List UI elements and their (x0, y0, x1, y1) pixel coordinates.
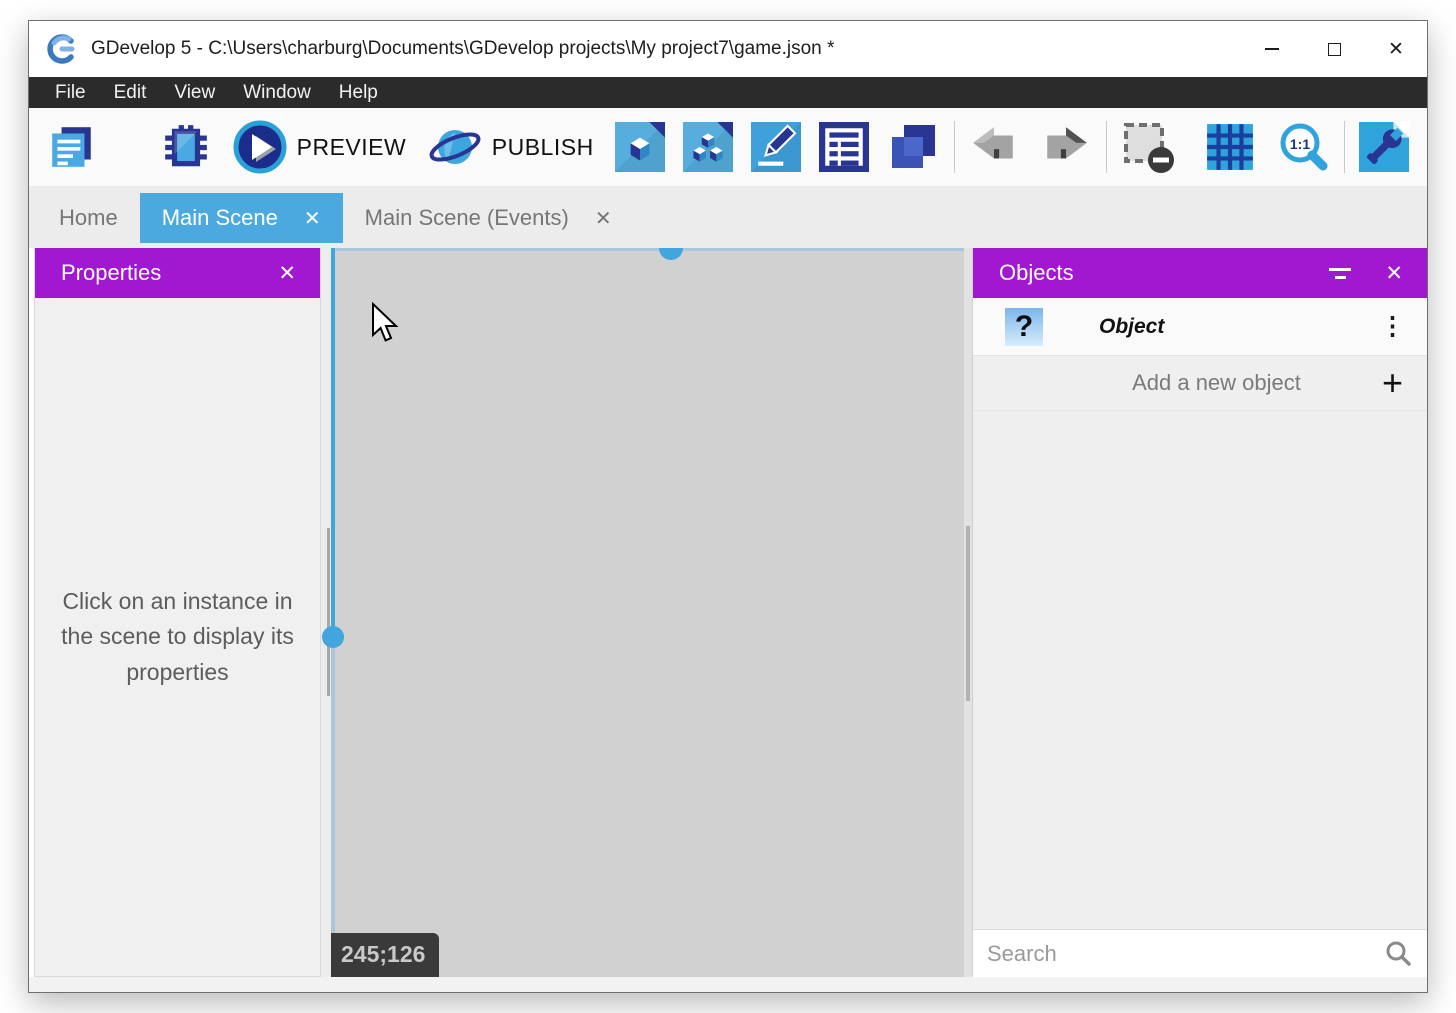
close-objects-button[interactable]: ✕ (1379, 257, 1409, 290)
globe-icon (428, 120, 482, 174)
scene-canvas[interactable]: 245;126 (331, 248, 964, 977)
minimize-icon (1265, 48, 1279, 50)
undo-button[interactable] (961, 120, 1027, 174)
redo-button[interactable] (1033, 120, 1099, 174)
object-menu-icon[interactable]: ⋮ (1380, 314, 1405, 339)
wrench-icon (1359, 122, 1409, 172)
publish-label: PUBLISH (492, 134, 594, 161)
cube-icon (615, 122, 665, 172)
deselect-icon (1121, 120, 1175, 174)
grid-icon (1205, 122, 1255, 172)
debug-button[interactable] (153, 116, 219, 178)
zoom-original-button[interactable]: 1:1 (1269, 115, 1337, 179)
edit-events-button[interactable] (811, 116, 877, 178)
minimize-button[interactable] (1241, 21, 1303, 77)
zoom-ratio-label: 1:1 (1289, 136, 1309, 152)
project-manager-button[interactable] (39, 116, 105, 178)
tab-main-scene[interactable]: Main Scene ✕ (140, 193, 343, 243)
pencil-icon (751, 122, 801, 172)
play-icon (233, 120, 287, 174)
menu-window[interactable]: Window (229, 77, 325, 108)
bug-icon (161, 122, 211, 172)
object-thumbnail-icon: ? (1005, 308, 1043, 346)
objects-panel: Objects ✕ ? Object ⋮ Add a new object + (972, 248, 1427, 977)
maximize-button[interactable] (1303, 21, 1365, 77)
add-object-row[interactable]: Add a new object + (973, 356, 1427, 411)
preview-button[interactable]: PREVIEW (225, 114, 415, 180)
resize-handle-top[interactable] (659, 248, 683, 260)
close-window-button[interactable]: ✕ (1365, 21, 1427, 77)
menu-help[interactable]: Help (325, 77, 392, 108)
layers-icon (887, 121, 939, 173)
properties-empty-message: Click on an instance in the scene to dis… (52, 584, 304, 691)
resize-handle-left[interactable] (322, 626, 344, 648)
left-splitter[interactable] (321, 248, 331, 977)
undo-icon (969, 126, 1019, 168)
toolbar: PREVIEW PUBLISH (29, 108, 1427, 186)
plus-icon: + (1382, 365, 1403, 401)
clear-selection-button[interactable] (1113, 114, 1183, 180)
add-object-label: Add a new object (997, 370, 1382, 396)
tab-close-icon[interactable]: ✕ (595, 206, 612, 231)
maximize-icon (1328, 43, 1341, 56)
menu-view[interactable]: View (160, 77, 229, 108)
tab-main-scene-events[interactable]: Main Scene (Events) ✕ (343, 193, 634, 243)
canvas-vertical-scrollbar[interactable] (964, 248, 972, 977)
properties-panel: Properties ✕ Click on an instance in the… (34, 248, 321, 977)
left-scrollbar-thumb[interactable] (327, 528, 330, 696)
zoom-1-1-icon: 1:1 (1277, 121, 1329, 173)
menu-file[interactable]: File (41, 77, 100, 108)
objects-search-bar (973, 929, 1427, 977)
event-sheet-icon (819, 122, 869, 172)
menu-bar: File Edit View Window Help (29, 77, 1427, 108)
tab-home[interactable]: Home (37, 193, 140, 243)
close-icon: ✕ (1388, 38, 1404, 61)
redo-icon (1041, 126, 1091, 168)
publish-button[interactable]: PUBLISH (420, 114, 602, 180)
project-manager-icon (47, 122, 97, 172)
tab-bar: Home Main Scene ✕ Main Scene (Events) ✕ (29, 186, 1427, 248)
gdevelop-logo-icon (45, 32, 79, 66)
cursor-coordinates-badge: 245;126 (331, 933, 439, 977)
properties-panel-header: Properties ✕ (35, 248, 320, 298)
edit-properties-button[interactable] (743, 116, 809, 178)
objects-empty-area (973, 411, 1427, 929)
grid-button[interactable] (1197, 116, 1263, 178)
scene-tools-button[interactable] (1351, 116, 1417, 178)
tab-close-icon[interactable]: ✕ (304, 206, 321, 231)
edit-scene-button[interactable] (607, 116, 673, 178)
preview-label: PREVIEW (297, 134, 407, 161)
objects-panel-header: Objects ✕ (973, 248, 1427, 298)
close-properties-button[interactable]: ✕ (272, 257, 302, 290)
edit-objects-button[interactable] (675, 116, 741, 178)
canvas-scrollbar-thumb[interactable] (966, 526, 970, 701)
layers-button[interactable] (879, 115, 947, 179)
filter-icon[interactable] (1327, 264, 1353, 283)
properties-panel-title: Properties (61, 260, 161, 286)
window-bottom-edge (29, 977, 1427, 992)
menu-edit[interactable]: Edit (100, 77, 161, 108)
scene-border-left-lower (331, 637, 335, 977)
cubes-icon (683, 122, 733, 172)
scene-border-left (331, 248, 335, 637)
object-list-item[interactable]: ? Object ⋮ (973, 298, 1427, 356)
objects-panel-title: Objects (999, 260, 1074, 286)
title-bar: GDevelop 5 - C:\Users\charburg\Documents… (29, 21, 1427, 77)
search-icon[interactable] (1383, 939, 1413, 969)
object-name: Object (1099, 315, 1164, 339)
mouse-cursor-icon (371, 302, 399, 344)
window-title: GDevelop 5 - C:\Users\charburg\Documents… (91, 38, 834, 60)
search-input[interactable] (987, 941, 1383, 967)
scene-border-top (331, 248, 964, 251)
workspace: Properties ✕ Click on an instance in the… (29, 248, 1427, 977)
app-window: GDevelop 5 - C:\Users\charburg\Documents… (28, 20, 1428, 993)
